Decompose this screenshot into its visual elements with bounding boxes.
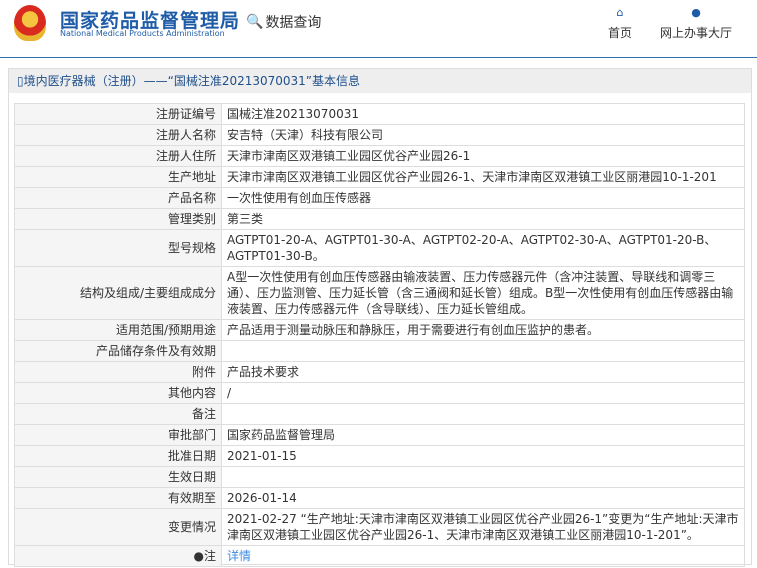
- row-value: 第三类: [221, 208, 745, 230]
- details-link[interactable]: 详情: [227, 549, 251, 563]
- note-label: ●注: [14, 545, 222, 567]
- detail-panel: ▯境内医疗器械（注册）——“国械注准20213070031”基本信息 注册证编号…: [8, 68, 752, 567]
- note-label-text: 注: [203, 549, 216, 563]
- row-value: 安吉特（天津）科技有限公司: [221, 124, 745, 146]
- row-label: 审批部门: [14, 424, 222, 446]
- table-row: 其他内容 /: [14, 382, 745, 404]
- note-row: ●注 详情: [14, 545, 745, 567]
- table-row: 审批部门 国家药品监督管理局: [14, 424, 745, 446]
- row-label: 注册人名称: [14, 124, 222, 146]
- row-value: /: [221, 382, 745, 404]
- row-label: 有效期至: [14, 487, 222, 509]
- row-value: 2021-01-15: [221, 445, 745, 467]
- row-label: 适用范围/预期用途: [14, 319, 222, 341]
- row-label: 其他内容: [14, 382, 222, 404]
- table-row: 注册人名称 安吉特（天津）科技有限公司: [14, 124, 745, 146]
- row-value: 国械注准20213070031: [221, 103, 745, 125]
- row-value: 产品适用于测量动脉压和静脉压，用于需要进行有创血压监护的患者。: [221, 319, 745, 341]
- row-value: 天津市津南区双港镇工业园区优谷产业园26-1、天津市津南区双港镇工业区丽港园10…: [221, 166, 745, 188]
- site-header: 国家药品监督管理局 National Medical Products Admi…: [0, 0, 757, 58]
- row-value: 2026-01-14: [221, 487, 745, 509]
- user-icon: ●: [691, 6, 701, 19]
- nav-online-service-label: 网上办事大厅: [660, 26, 733, 40]
- panel-title: ▯境内医疗器械（注册）——“国械注准20213070031”基本信息: [9, 69, 751, 93]
- table-row: 注册证编号 国械注准20213070031: [14, 103, 745, 125]
- table-row: 型号规格 AGTPT01-20-A、AGTPT01-30-A、AGTPT02-20…: [14, 229, 745, 267]
- table-row: 生产地址 天津市津南区双港镇工业园区优谷产业园26-1、天津市津南区双港镇工业区丽…: [14, 166, 745, 188]
- row-value: 产品技术要求: [221, 361, 745, 383]
- row-label: 生效日期: [14, 466, 222, 488]
- row-value: A型一次性使用有创血压传感器由输液装置、压力传感器元件（含冲注装置、导联线和调零…: [221, 266, 745, 320]
- document-search-icon: 🔍: [246, 14, 264, 30]
- row-label: 变更情况: [14, 508, 222, 546]
- table-row: 注册人住所 天津市津南区双港镇工业园区优谷产业园26-1: [14, 145, 745, 167]
- table-row: 批准日期 2021-01-15: [14, 445, 745, 467]
- row-label: 批准日期: [14, 445, 222, 467]
- table-row: 附件 产品技术要求: [14, 361, 745, 383]
- row-value: [221, 340, 745, 362]
- row-value: 天津市津南区双港镇工业园区优谷产业园26-1: [221, 145, 745, 167]
- table-row: 适用范围/预期用途 产品适用于测量动脉压和静脉压，用于需要进行有创血压监护的患者。: [14, 319, 745, 341]
- row-label: 型号规格: [14, 229, 222, 267]
- logo-title-en: National Medical Products Administration: [60, 29, 225, 38]
- table-row: 生效日期: [14, 466, 745, 488]
- nav-online-service[interactable]: ● 网上办事大厅: [660, 6, 732, 41]
- document-icon: ▯: [17, 74, 24, 88]
- row-value: [221, 466, 745, 488]
- home-icon: ⌂: [616, 6, 624, 19]
- table-row: 产品名称 一次性使用有创血压传感器: [14, 187, 745, 209]
- pin-icon: ●: [193, 549, 204, 563]
- row-value: 一次性使用有创血压传感器: [221, 187, 745, 209]
- row-label: 附件: [14, 361, 222, 383]
- table-row: 管理类别 第三类: [14, 208, 745, 230]
- row-label: 管理类别: [14, 208, 222, 230]
- nav-home[interactable]: ⌂ 首页: [608, 6, 632, 41]
- data-query-link[interactable]: 🔍 数据查询: [246, 12, 321, 32]
- nav-home-label: 首页: [608, 26, 633, 40]
- table-row: 有效期至 2026-01-14: [14, 487, 745, 509]
- row-value: [221, 403, 745, 425]
- data-query-label: 数据查询: [265, 15, 322, 31]
- row-label: 产品储存条件及有效期: [14, 340, 222, 362]
- row-label: 产品名称: [14, 187, 222, 209]
- row-value: 国家药品监督管理局: [221, 424, 745, 446]
- row-label: 备注: [14, 403, 222, 425]
- panel-title-text: 境内医疗器械（注册）——“国械注准20213070031”基本信息: [23, 74, 361, 88]
- row-label: 生产地址: [14, 166, 222, 188]
- row-label: 注册证编号: [14, 103, 222, 125]
- table-row: 变更情况 2021-02-27 “生产地址:天津市津南区双港镇工业园区优谷产业园2…: [14, 508, 745, 546]
- row-label: 注册人住所: [14, 145, 222, 167]
- table-row: 备注: [14, 403, 745, 425]
- row-value: AGTPT01-20-A、AGTPT01-30-A、AGTPT02-20-A、A…: [221, 229, 745, 267]
- row-value: 2021-02-27 “生产地址:天津市津南区双港镇工业园区优谷产业园26-1”…: [221, 508, 745, 546]
- national-emblem-logo: [14, 5, 46, 41]
- detail-table: 注册证编号 国械注准20213070031 注册人名称 安吉特（天津）科技有限公司 注册…: [14, 103, 745, 567]
- table-row: 结构及组成/主要组成成分 A型一次性使用有创血压传感器由输液装置、压力传感器元件（…: [14, 266, 745, 320]
- table-row: 产品储存条件及有效期: [14, 340, 745, 362]
- row-label: 结构及组成/主要组成成分: [14, 266, 222, 320]
